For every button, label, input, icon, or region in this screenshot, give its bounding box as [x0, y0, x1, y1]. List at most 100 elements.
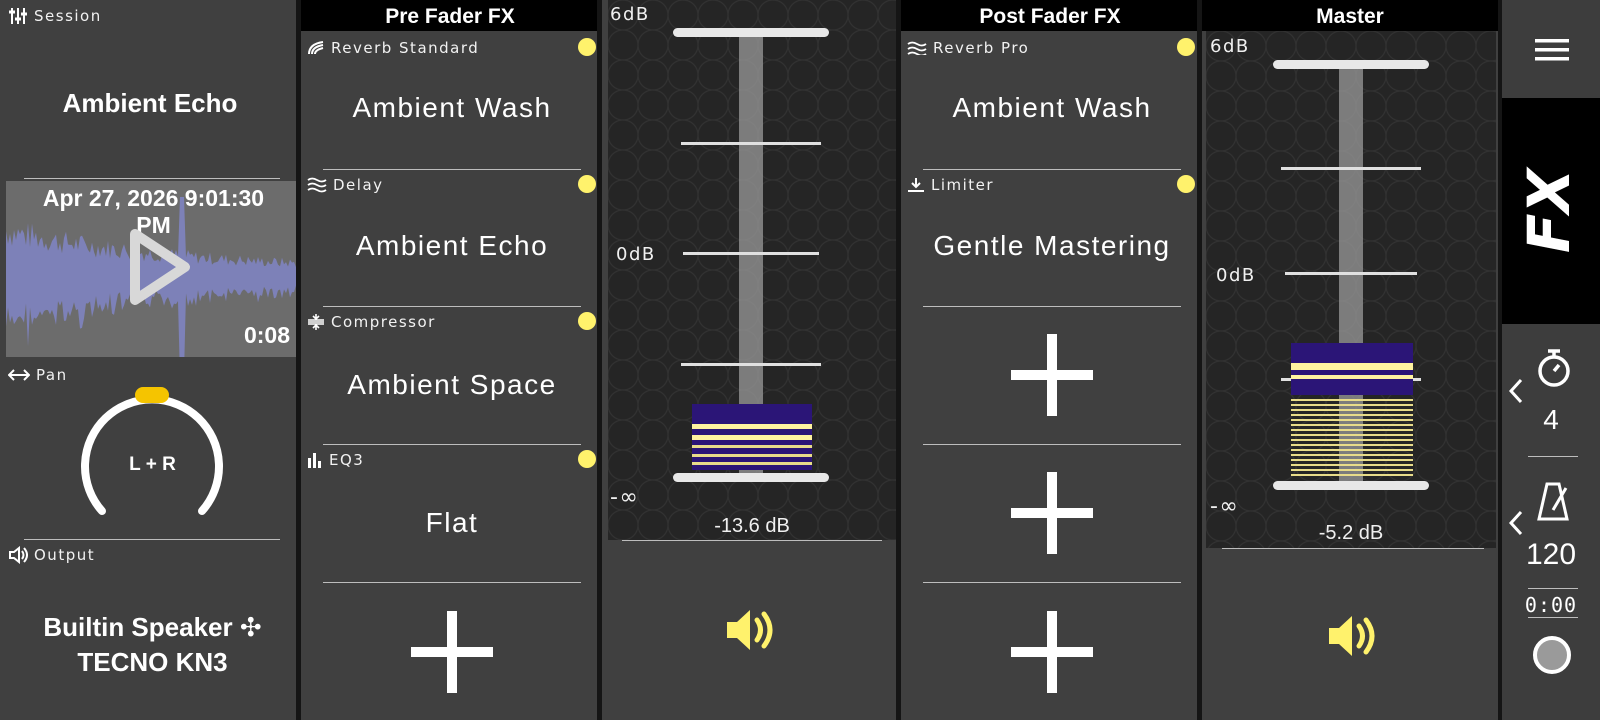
fx-slot-name: Reverb Pro	[933, 39, 1030, 57]
compressor-icon	[308, 314, 324, 330]
countdown-value[interactable]: 4	[1502, 404, 1600, 436]
fx-preset[interactable]: Ambient Wash	[321, 92, 583, 124]
fx-slot-label: Delay	[307, 176, 384, 194]
divider	[923, 582, 1181, 583]
add-fx-button[interactable]	[1011, 611, 1093, 693]
fx-enabled-indicator[interactable]	[578, 175, 596, 193]
svg-text:FX: FX	[1524, 166, 1583, 254]
pan-header: Pan	[8, 366, 68, 384]
divider	[24, 539, 280, 540]
post-fader-panel: Post Fader FX Reverb Pro Ambient Wash Li…	[901, 0, 1199, 720]
fx-preset[interactable]: Ambient Wash	[921, 92, 1183, 124]
fx-enabled-indicator[interactable]	[578, 450, 596, 468]
divider	[1528, 456, 1578, 457]
mixer-sliders-icon	[9, 8, 27, 24]
master-panel: Master 6dB 0dB -∞ -5.2 dB	[1202, 0, 1498, 720]
fader-tick	[683, 252, 819, 255]
fx-preset[interactable]: Flat	[321, 507, 583, 539]
level-meter	[1291, 343, 1413, 480]
output-header: Output	[8, 546, 95, 564]
fx-slot-name: Compressor	[331, 313, 436, 331]
fader-db-value: -13.6 dB	[714, 515, 790, 537]
session-header: Session	[8, 6, 102, 26]
menu-icon[interactable]	[1535, 38, 1569, 62]
record-button[interactable]	[1531, 634, 1573, 676]
fader-db-value: -5.2 dB	[1318, 522, 1384, 544]
divider	[622, 540, 882, 541]
session-label: Session	[34, 7, 102, 25]
db-min-label: -∞	[1210, 494, 1240, 519]
metronome-icon[interactable]	[1536, 480, 1570, 522]
session-panel: Session Ambient Echo Apr 27, 2026 9:01:3…	[0, 0, 300, 720]
db-min-label: -∞	[610, 485, 640, 510]
stopwatch-icon[interactable]	[1536, 348, 1572, 388]
fx-preset[interactable]: Ambient Space	[321, 369, 583, 401]
fader-handle[interactable]	[673, 473, 829, 482]
fader-tick	[681, 363, 821, 366]
reverb-icon	[308, 41, 324, 55]
fader-top-cap	[673, 28, 829, 37]
add-fx-button[interactable]	[411, 611, 493, 693]
fx-enabled-indicator[interactable]	[578, 38, 596, 56]
reverb-icon	[907, 41, 927, 55]
recording-duration: 0:08	[243, 322, 290, 348]
divider	[923, 169, 1181, 170]
fx-enabled-indicator[interactable]	[1177, 175, 1195, 193]
pre-fader-panel: Pre Fader FX Reverb Standard Ambient Was…	[301, 0, 599, 720]
fx-slot-name: Limiter	[931, 176, 995, 194]
mute-speaker-icon[interactable]	[724, 606, 776, 654]
db-zero-label: 0dB	[1216, 265, 1256, 286]
fx-slot-name: Delay	[333, 176, 384, 194]
fx-slot-label: Reverb Standard	[307, 39, 479, 57]
delay-icon	[307, 177, 327, 193]
record-time: 0:00	[1524, 593, 1578, 617]
fx-slot-name: Reverb Standard	[331, 39, 480, 57]
fader-handle[interactable]	[1273, 481, 1429, 490]
collapse-chevron-icon[interactable]	[1508, 378, 1524, 404]
db-top-label: 6dB	[1210, 36, 1250, 57]
fx-slot-label: EQ3	[307, 451, 364, 469]
divider	[1528, 617, 1578, 618]
divider	[1528, 588, 1578, 589]
pan-value: L + R	[129, 454, 176, 475]
fx-slot-label: Limiter	[907, 176, 994, 194]
pre-fader-title: Pre Fader FX	[301, 0, 599, 31]
fx-slot-label: Compressor	[307, 313, 436, 331]
master-title: Master	[1202, 0, 1498, 31]
fx-preset[interactable]: Ambient Echo	[321, 230, 583, 262]
play-icon[interactable]	[129, 228, 193, 306]
fader-tick	[1285, 272, 1417, 275]
collapse-chevron-icon[interactable]	[1508, 510, 1524, 536]
fx-slot-name: EQ3	[329, 451, 365, 469]
output-label: Output	[34, 546, 96, 564]
fx-logo-icon: FX	[1524, 166, 1583, 254]
fx-enabled-indicator[interactable]	[1177, 38, 1195, 56]
divider	[923, 444, 1181, 445]
output-device[interactable]: Builtin Speaker ✣ TECNO KN3	[30, 610, 275, 680]
divider	[1222, 548, 1484, 549]
divider	[24, 178, 280, 179]
tempo-value[interactable]: 120	[1502, 538, 1600, 572]
fx-mode-tab[interactable]: FX	[1502, 98, 1600, 324]
db-zero-label: 0dB	[616, 244, 656, 265]
right-rail: FX 4 120 0:00	[1502, 0, 1600, 720]
divider	[323, 582, 581, 583]
fx-enabled-indicator[interactable]	[578, 312, 596, 330]
db-top-label: 6dB	[610, 4, 650, 25]
divider	[323, 444, 581, 445]
fader-top-cap	[1273, 60, 1429, 69]
add-fx-button[interactable]	[1011, 334, 1093, 416]
divider	[923, 306, 1181, 307]
mute-speaker-icon[interactable]	[1326, 612, 1378, 660]
speaker-icon	[9, 546, 28, 564]
fx-preset[interactable]: Gentle Mastering	[907, 230, 1197, 262]
post-fader-title: Post Fader FX	[901, 0, 1199, 31]
pan-arrows-icon	[8, 369, 30, 381]
divider	[323, 306, 581, 307]
session-title[interactable]: Ambient Echo	[0, 88, 300, 119]
add-fx-button[interactable]	[1011, 472, 1093, 554]
fader-tick	[681, 142, 821, 145]
recording-clip[interactable]: Apr 27, 2026 9:01:30 PM 0:08	[6, 181, 298, 357]
fader-tick	[1281, 167, 1421, 170]
limiter-icon	[908, 178, 924, 192]
